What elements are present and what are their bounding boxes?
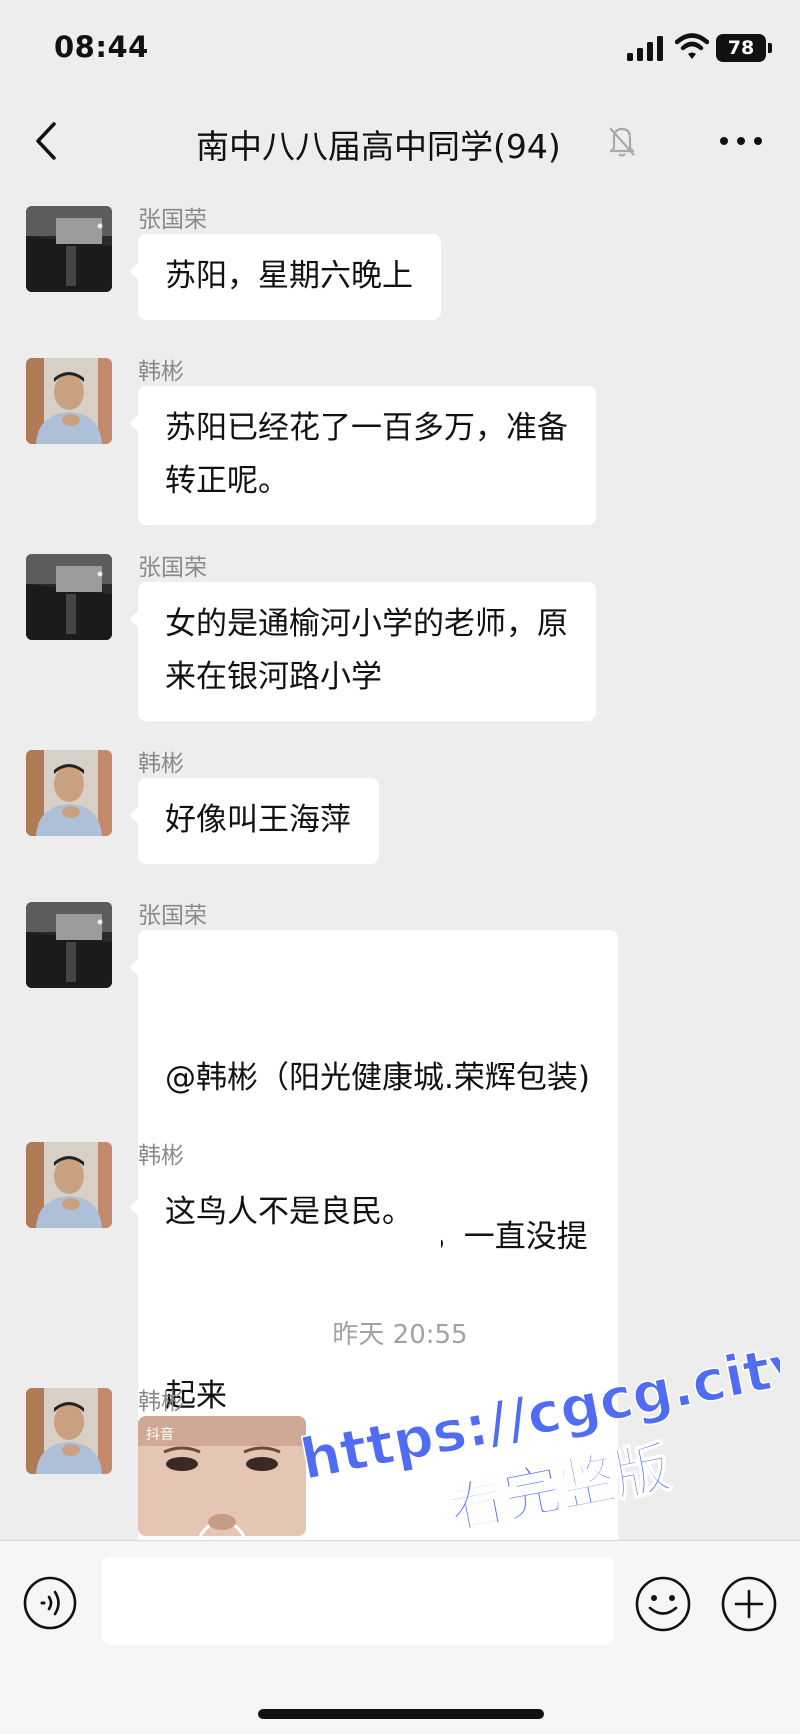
avatar-han-image — [26, 1388, 112, 1474]
signal-icon — [627, 36, 663, 61]
chat-timestamp: 昨天 20:55 — [332, 1320, 468, 1350]
message-bubble[interactable]: 女的是通榆河小学的老师，原 来在银河路小学 — [129, 582, 596, 721]
back-icon[interactable] — [30, 120, 64, 162]
avatar[interactable] — [26, 554, 112, 640]
emoji-icon[interactable] — [634, 1575, 692, 1633]
message-line: 转正呢。 — [165, 463, 289, 499]
add-icon[interactable] — [720, 1575, 778, 1633]
voice-icon[interactable] — [22, 1575, 78, 1631]
message-line: 好像叫王海萍 — [165, 802, 351, 838]
message-bubble[interactable]: 苏阳，星期六晚上 — [129, 234, 441, 320]
avatar-zhang-image — [26, 206, 112, 292]
sender-name: 韩彬 — [138, 359, 184, 385]
avatar-han-image — [26, 750, 112, 836]
message-bubble[interactable]: 这鸟人不是良民。 — [129, 1170, 441, 1256]
avatar-han-image — [26, 358, 112, 444]
avatar-zhang-image — [26, 554, 112, 640]
message-line: 苏阳已经花了一百多万，准备 — [165, 410, 568, 446]
home-indicator — [258, 1709, 544, 1719]
message-bubble[interactable]: 苏阳已经花了一百多万，准备 转正呢。 — [129, 386, 596, 525]
sender-name: 张国荣 — [138, 555, 207, 581]
more-options-icon[interactable] — [716, 120, 766, 162]
message-line: @韩彬（阳光健康城.荣辉包装) — [165, 1060, 590, 1096]
message-bubble[interactable]: 好像叫王海萍 — [129, 778, 379, 864]
avatar[interactable] — [26, 902, 112, 988]
avatar-han-image — [26, 1142, 112, 1228]
input-bar — [0, 1540, 800, 1734]
avatar[interactable] — [26, 750, 112, 836]
avatar[interactable] — [26, 206, 112, 292]
avatar[interactable] — [26, 1388, 112, 1474]
sender-name: 张国荣 — [138, 207, 207, 233]
sender-name: 韩彬 — [138, 1389, 184, 1415]
status-time: 08:44 — [54, 30, 149, 64]
wifi-icon — [675, 33, 709, 59]
message-input[interactable] — [102, 1557, 614, 1645]
mute-bell-icon — [609, 127, 635, 157]
sender-name: 张国荣 — [138, 903, 207, 929]
message-line: 女的是通榆河小学的老师，原 — [165, 606, 568, 642]
sender-name: 韩彬 — [138, 751, 184, 777]
chat-header: 南中八八届高中同学(94) — [0, 100, 800, 182]
battery-icon: 78 — [716, 34, 766, 62]
status-bar: 08:44 78 — [0, 0, 800, 100]
avatar[interactable] — [26, 1142, 112, 1228]
message-line: 苏阳，星期六晚上 — [165, 258, 413, 294]
message-line: 来在银河路小学 — [165, 659, 382, 695]
video-message-thumbnail[interactable]: 抖音 — [138, 1416, 306, 1536]
battery-nub — [768, 43, 772, 53]
message-line: 这鸟人不是良民。 — [165, 1194, 413, 1230]
sender-name: 韩彬 — [138, 1143, 184, 1169]
battery-level: 78 — [727, 37, 755, 59]
chat-title: 南中八八届高中同学(94) — [196, 127, 561, 166]
avatar[interactable] — [26, 358, 112, 444]
tiktok-logo: 抖音 — [146, 1427, 174, 1443]
avatar-zhang-image — [26, 902, 112, 988]
